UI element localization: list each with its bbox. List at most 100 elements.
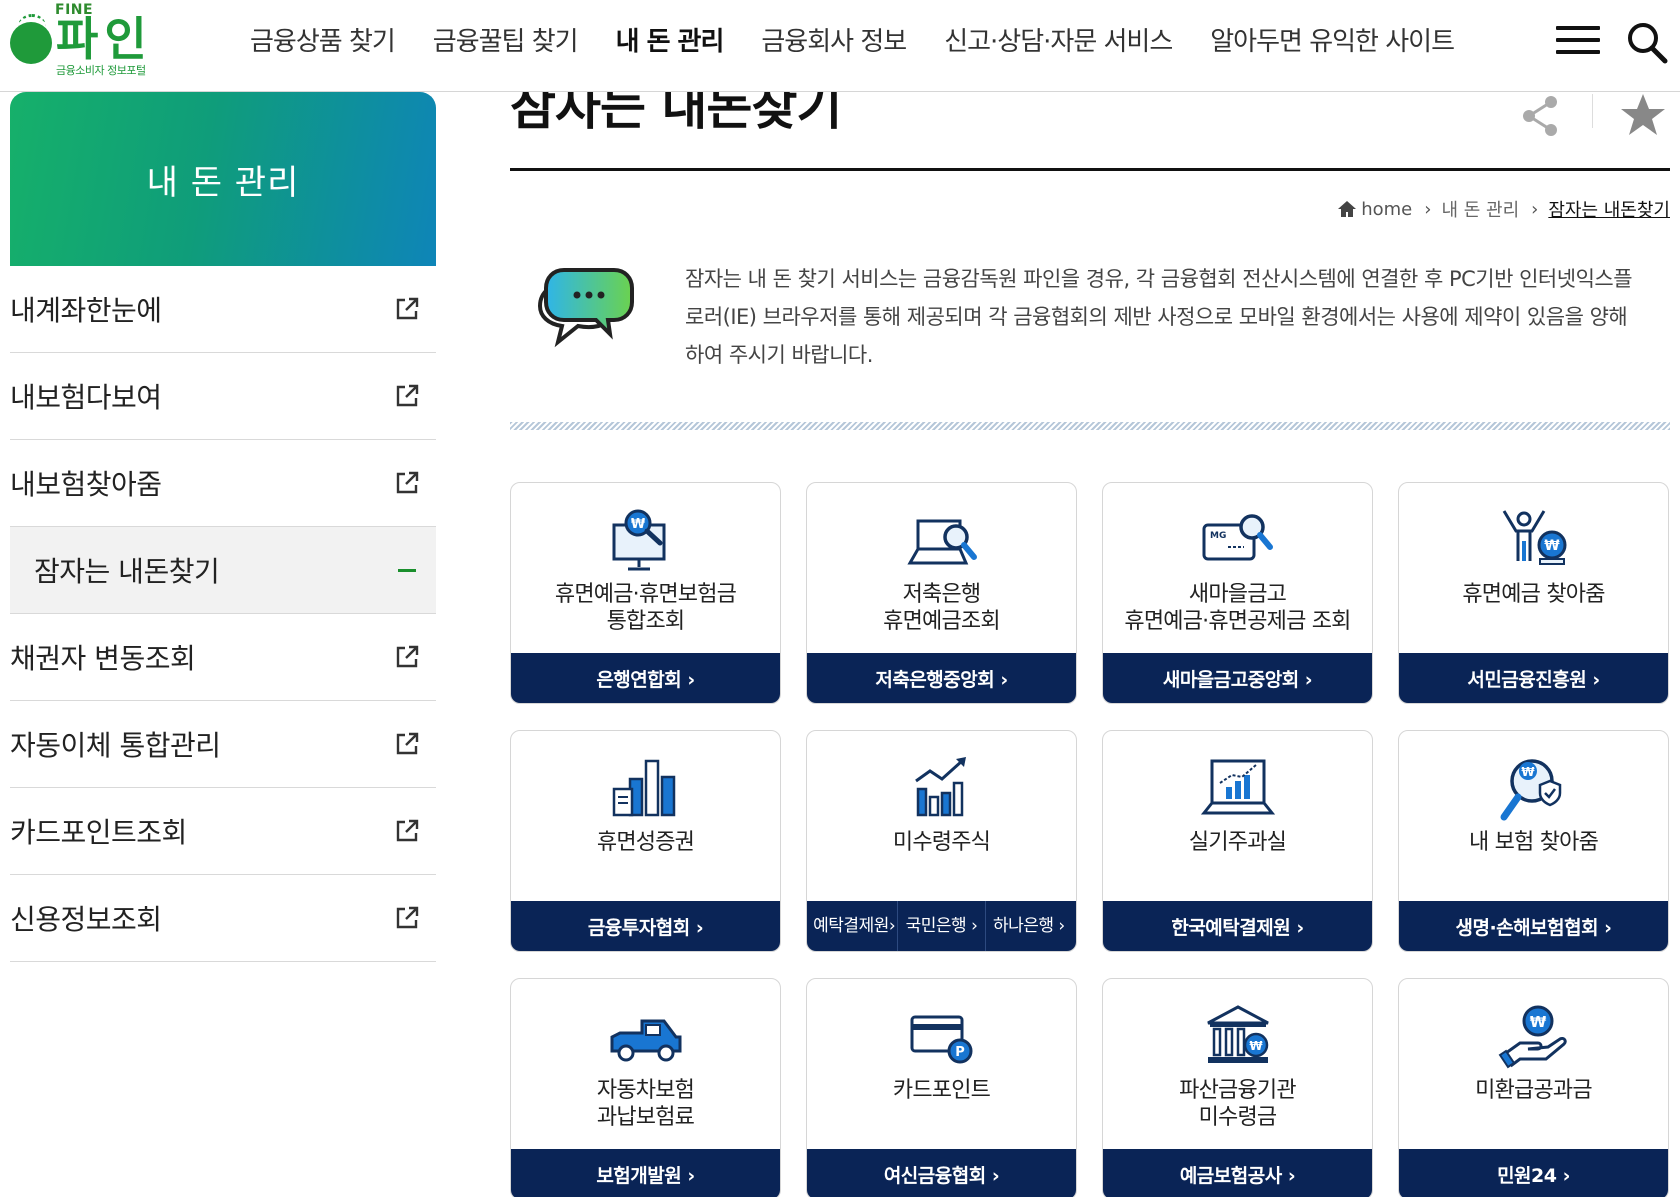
external-link-icon (396, 732, 419, 755)
hand-coin-icon: ₩ (1498, 1005, 1567, 1069)
service-card-label: 실기주과실 (1188, 830, 1287, 855)
service-card-grid: ₩ 휴면예금·휴면보험금 통합조회 은행연합회 › 저축은행 휴면예금조회 저축… (510, 482, 1670, 1197)
service-card-label: 새마을금고 휴면예금·휴면공제금 조회 (1124, 582, 1351, 634)
external-link-icon (396, 471, 419, 494)
breadcrumb-current[interactable]: 잠자는 내돈찾기 (1548, 196, 1670, 222)
service-link-button[interactable]: 예탁결제원› (811, 901, 899, 951)
service-card: ₩ 파산금융기관 미수령금 예금보험공사 › (1102, 978, 1373, 1197)
car-icon (610, 1019, 681, 1062)
service-card-label: 자동차보험 과납보험료 (596, 1078, 695, 1130)
external-link-icon (396, 384, 419, 407)
sidebar-item-credit-info[interactable]: 신용정보조회 (10, 875, 436, 962)
service-link-button[interactable]: 여신금융협회 › (807, 1149, 1076, 1197)
breadcrumb-level1[interactable]: 내 돈 관리 (1441, 196, 1519, 222)
service-link-button[interactable]: 하나은행 › (986, 901, 1072, 951)
notice-text: 잠자는 내 돈 찾기 서비스는 금융감독원 파인을 경유, 각 금융협회 전산시… (685, 267, 1633, 367)
service-card-label: 미수령주식 (892, 830, 991, 855)
service-link-button[interactable]: 서민금융진흥원 › (1399, 653, 1668, 703)
sidebar-item-label: 잠자는 내돈찾기 (34, 555, 220, 588)
logo-name: 파인 (56, 12, 153, 66)
service-card-label: 카드포인트 (892, 1078, 991, 1103)
service-card: 실기주과실 한국예탁결제원 › (1102, 730, 1373, 952)
document-chart-icon (612, 759, 675, 817)
title-tools-divider (1592, 94, 1593, 128)
service-card: P 카드포인트 여신금융협회 › (806, 978, 1077, 1197)
sidebar-item-dormant-money[interactable]: 잠자는 내돈찾기 (10, 527, 436, 614)
star-icon[interactable] (1620, 92, 1666, 138)
laptop-chart-icon (1200, 759, 1275, 815)
service-card: ₩ 내 보험 찾아줌 생명·손해보험협회 › (1398, 730, 1669, 952)
service-link-button[interactable]: 저축은행중앙회 › (807, 653, 1076, 703)
chevron-right-icon: › (1531, 198, 1539, 220)
speech-bubble-icon (537, 268, 634, 348)
service-link-button[interactable]: 은행연합회 › (511, 653, 780, 703)
service-link-button[interactable]: 새마을금고중앙회 › (1103, 653, 1372, 703)
breadcrumb-home[interactable]: home (1361, 199, 1412, 220)
sidebar-item-label: 신용정보조회 (10, 903, 162, 936)
notice-box: 잠자는 내 돈 찾기 서비스는 금융감독원 파인을 경유, 각 금융협회 전산시… (510, 260, 1670, 420)
service-link-button[interactable]: 국민은행 › (898, 901, 986, 951)
nav-useful-sites[interactable]: 알아두면 유익한 사이트 (1210, 22, 1455, 62)
nav-financial-products[interactable]: 금융상품 찾기 (250, 22, 396, 62)
menu-icon[interactable] (1556, 26, 1600, 58)
service-card: ₩ 휴면예금 찾아줌 서민금융진흥원 › (1398, 482, 1669, 704)
nav-financial-tips[interactable]: 금융꿀팁 찾기 (433, 22, 579, 62)
service-card-label: 휴면예금·휴면보험금 통합조회 (554, 582, 737, 634)
sidebar-item-label: 내보험다보여 (10, 381, 162, 414)
sidebar: 내 돈 관리 내계좌한눈에 내보험다보여 내보험찾아줌 잠자는 내돈찾기 채권자… (10, 92, 436, 962)
sidebar-item-my-insurance-find[interactable]: 내보험찾아줌 (10, 440, 436, 527)
search-icon[interactable] (1624, 20, 1670, 66)
service-card: 미수령주식 예탁결제원› 국민은행 › 하나은행 › (806, 730, 1077, 952)
service-card: ₩ 미환급공과금 민원24 › (1398, 978, 1669, 1197)
external-link-icon (396, 645, 419, 668)
sidebar-item-label: 내계좌한눈에 (10, 294, 162, 327)
nav-report-consult[interactable]: 신고·상담·자문 서비스 (944, 22, 1173, 62)
service-card: 저축은행 휴면예금조회 저축은행중앙회 › (806, 482, 1077, 704)
svg-text:₩: ₩ (1529, 1013, 1546, 1031)
svg-text:MG: MG (1210, 531, 1226, 541)
share-icon[interactable] (1520, 94, 1560, 138)
sidebar-item-label: 내보험찾아줌 (10, 468, 162, 501)
laptop-search-icon (906, 519, 977, 565)
minus-icon (398, 568, 416, 572)
service-card: MG 새마을금고 휴면예금·휴면공제금 조회 새마을금고중앙회 › (1102, 482, 1373, 704)
sidebar-item-label: 카드포인트조회 (10, 816, 187, 849)
service-card-label: 휴면예금 찾아줌 (1462, 582, 1605, 607)
service-card: 자동차보험 과납보험료 보험개발원 › (510, 978, 781, 1197)
service-card: ₩ 휴면예금·휴면보험금 통합조회 은행연합회 › (510, 482, 781, 704)
external-link-icon (396, 297, 419, 320)
sidebar-item-card-points[interactable]: 카드포인트조회 (10, 788, 436, 875)
card-search-icon: MG (1202, 514, 1273, 561)
card-point-icon: P (910, 1015, 972, 1064)
site-logo[interactable]: FINE 파인 금융소비자 정보포털 (8, 2, 158, 77)
service-card-label: 내 보험 찾아줌 (1468, 830, 1599, 855)
sidebar-menu: 내계좌한눈에 내보험다보여 내보험찾아줌 잠자는 내돈찾기 채권자 변동조회 자… (10, 266, 436, 962)
sidebar-item-my-insurance-view[interactable]: 내보험다보여 (10, 353, 436, 440)
sidebar-item-auto-transfer[interactable]: 자동이체 통합관리 (10, 701, 436, 788)
service-link-group: 예탁결제원› 국민은행 › 하나은행 › (807, 901, 1076, 951)
sidebar-title: 내 돈 관리 (10, 92, 436, 266)
nav-company-info[interactable]: 금융회사 정보 (761, 22, 907, 62)
external-link-icon (396, 819, 419, 842)
nav-my-money[interactable]: 내 돈 관리 (616, 22, 725, 62)
external-link-icon (396, 906, 419, 929)
service-link-button[interactable]: 생명·손해보험협회 › (1399, 901, 1668, 951)
svg-text:₩: ₩ (630, 517, 645, 532)
magnifier-shield-icon: ₩ (1500, 759, 1561, 821)
service-card-label: 미환급공과금 (1475, 1078, 1592, 1103)
bank-icon: ₩ (1206, 1005, 1269, 1063)
home-icon (1338, 201, 1357, 217)
service-link-button[interactable]: 한국예탁결제원 › (1103, 901, 1372, 951)
service-link-button[interactable]: 보험개발원 › (511, 1149, 780, 1197)
rising-chart-icon (914, 757, 966, 817)
site-header: FINE 파인 금융소비자 정보포털 금융상품 찾기 금융꿀팁 찾기 내 돈 관… (0, 0, 1680, 92)
sidebar-item-creditor-change[interactable]: 채권자 변동조회 (10, 614, 436, 701)
service-card: 휴면성증권 금융투자협회 › (510, 730, 781, 952)
service-link-button[interactable]: 금융투자협회 › (511, 901, 780, 951)
monitor-search-icon: ₩ (612, 509, 665, 571)
svg-text:₩: ₩ (1521, 765, 1535, 779)
logo-mark-icon (10, 14, 52, 64)
sidebar-item-my-accounts[interactable]: 내계좌한눈에 (10, 266, 436, 353)
service-link-button[interactable]: 민원24 › (1399, 1149, 1668, 1197)
service-link-button[interactable]: 예금보험공사 › (1103, 1149, 1372, 1197)
